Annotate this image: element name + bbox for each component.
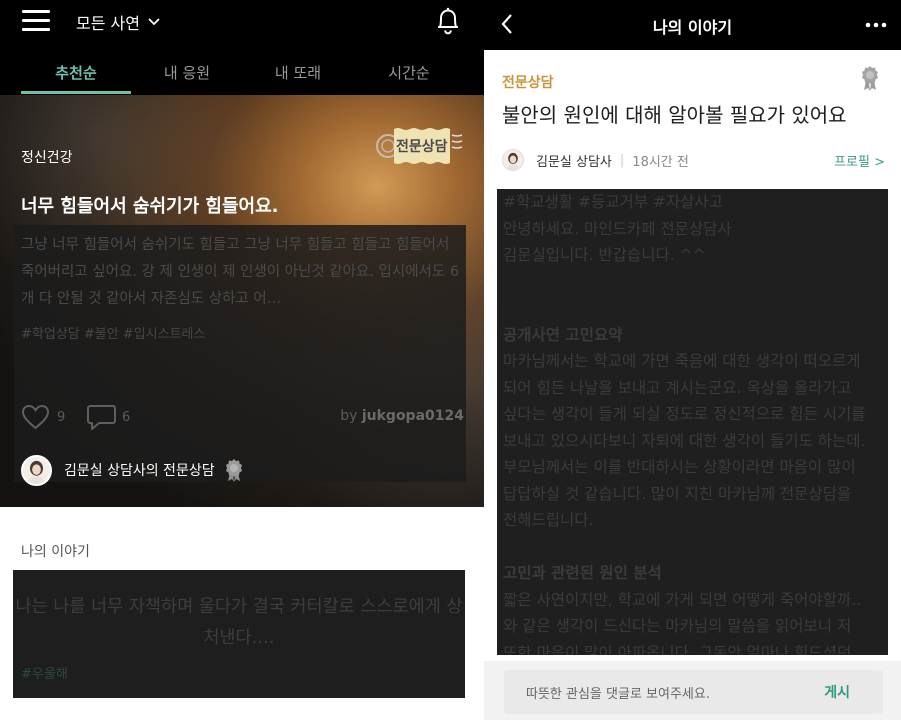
- post-content: #학교생활 #등교거부 #자살사고안녕하세요. 마인드카페 전문상담사김문실입니…: [497, 189, 888, 655]
- post-paragraph-line: 되어 힘든 나날을 보내고 계시는군요. 옥상을 올라가고: [503, 378, 852, 397]
- post-paragraph-line: #학교생활 #등교거부 #자살사고: [503, 193, 723, 211]
- post-paragraph-line: 싶다는 생각이 들게 되실 정도로 정신적으로 힘든 시기를: [503, 405, 866, 423]
- counselor-name: 김문실 상담사의 전문상담: [64, 463, 215, 479]
- post-paragraph-line: 답답하실 것 같습니다. 많이 지친 마카님께 전문상담을: [503, 484, 852, 503]
- medal-icon: [862, 66, 878, 91]
- tab-chronological[interactable]: 시간순: [354, 62, 464, 83]
- post-category: 전문상담: [502, 75, 554, 91]
- post-paragraph-line: [503, 269, 888, 296]
- post-timestamp: 18시간 전: [632, 154, 689, 170]
- expert-badge-label: 전문상담: [396, 139, 448, 155]
- top-bar: 모든 사연: [0, 0, 484, 44]
- post-author-row: 김문실 상담사 | 18시간 전: [502, 148, 689, 172]
- post-title: 불안의 원인에 대해 알아볼 필요가 있어요: [502, 103, 847, 127]
- post-section-heading: 고민과 관련된 원인 분석: [503, 564, 662, 582]
- post-paragraph-line: 와 같은 생각이 드신다는 마카님의 말씀을 읽어보니 저: [503, 617, 852, 635]
- filter-label: 모든 사연: [76, 14, 140, 33]
- story-filter-dropdown[interactable]: 모든 사연: [76, 10, 160, 34]
- featured-story-card[interactable]: 정신건강 전문상담 너무 힘들어서 숨쉬기가 힘들어요. 그냥 너무 힘들어서 …: [0, 95, 484, 507]
- tab-my-cheers[interactable]: 내 응원: [132, 62, 242, 83]
- my-story-card[interactable]: 나는 나를 너무 자책하며 울다가 결국 커터칼로 스스로에게 상처낸다.… #…: [13, 570, 465, 698]
- counselor-avatar: [21, 454, 52, 486]
- post-paragraph-line: [503, 295, 888, 322]
- counselor-portrait-icon: [503, 150, 523, 170]
- card-category: 정신건강: [21, 150, 73, 166]
- like-count: 9: [57, 410, 66, 425]
- comment-bar: 따뜻한 관심을 댓글로 보여주세요. 게시: [484, 661, 901, 720]
- post-paragraph-line: 짧은 사연이지만, 학교에 가게 되면 어떻게 죽어야할까..: [503, 590, 862, 609]
- header-title: 나의 이야기: [652, 18, 733, 37]
- post-comment-button[interactable]: 게시: [824, 682, 850, 702]
- story-tag: #우울해: [21, 667, 68, 682]
- tab-recommended[interactable]: 추천순: [21, 62, 131, 83]
- more-options-icon[interactable]: [865, 22, 887, 28]
- post-paragraph-line: [503, 534, 888, 561]
- bell-icon[interactable]: [434, 6, 462, 36]
- post-paragraph-line: 부모님께서는 이를 반대하시는 상황이라면 마음이 많이: [503, 458, 856, 476]
- counselor-portrait-icon: [23, 456, 50, 484]
- author-username: jukgopa0124: [361, 408, 464, 424]
- post-body: #학교생활 #등교거부 #자살사고안녕하세요. 마인드카페 전문상담사김문실입니…: [503, 189, 888, 655]
- card-title: 너무 힘들어서 숨쉬기가 힘들어요.: [21, 196, 279, 217]
- card-author: by jukgopa0124: [340, 408, 464, 424]
- separator: |: [619, 152, 625, 168]
- medal-icon: [225, 459, 242, 482]
- chevron-down-icon: [148, 18, 160, 26]
- my-story-section: 나의 이야기 나는 나를 너무 자책하며 울다가 결국 커터칼로 스스로에게 상…: [0, 507, 484, 720]
- post-paragraph-line: 김문실입니다. 반갑습니다. ^^: [503, 246, 706, 264]
- comment-placeholder: 따뜻한 관심을 댓글로 보여주세요.: [526, 687, 710, 702]
- comment-input[interactable]: 따뜻한 관심을 댓글로 보여주세요. 게시: [504, 670, 883, 714]
- card-body-text: 그냥 너무 힘들어서 숨쉬기도 힘들고 그냥 너무 힘들고 힘들고 힘들어서 죽…: [21, 237, 460, 307]
- post-paragraph-line: 또한 마음이 많이 아파옵니다. 그동안 얼마나 힘드셨던: [503, 643, 852, 656]
- post-paragraph-line: 안녕하세요. 마인드카페 전문상담사: [503, 219, 732, 238]
- counselor-row[interactable]: 김문실 상담사의 전문상담: [21, 454, 245, 486]
- detail-header: 나의 이야기: [484, 0, 901, 50]
- tab-my-peers[interactable]: 내 또래: [243, 62, 353, 83]
- post-author-name: 김문실 상담사: [536, 154, 612, 170]
- sort-tabs: 추천순 내 응원 내 또래 시간순: [0, 44, 484, 95]
- post-paragraph-line: 보내고 있으시다보니 자퇴에 대한 생각이 들기도 하는데.: [503, 431, 866, 450]
- author-prefix: by: [340, 408, 362, 424]
- hamburger-menu-icon[interactable]: [22, 9, 50, 33]
- section-title: 나의 이야기: [21, 544, 90, 560]
- active-tab-indicator: [21, 91, 131, 94]
- story-detail-screen: 나의 이야기 전문상담 불안의 원인에 대해 알아볼 필요가 있어요 김문실 상…: [484, 0, 901, 720]
- comment-count: 6: [122, 410, 131, 425]
- card-tags: #학업상담 #불안 #입시스트레스: [21, 327, 206, 342]
- post-section-heading: 공개사연 고민요약: [503, 325, 623, 344]
- feed-screen: 모든 사연 추천순 내 응원 내 또래 시간순 정신건강 전문상담 너무 힘들어…: [0, 0, 484, 720]
- story-text: 나는 나를 너무 자책하며 울다가 결국 커터칼로 스스로에게 상처낸다.…: [15, 597, 463, 648]
- heart-icon[interactable]: [21, 404, 50, 430]
- counselor-avatar[interactable]: [502, 149, 524, 171]
- post-paragraph-line: 마카님께서는 학교에 가면 죽음에 대한 생각이 떠오르게: [503, 352, 861, 370]
- post-paragraph-line: 전해드립니다.: [503, 511, 594, 529]
- profile-link[interactable]: 프로필 >: [834, 151, 885, 170]
- comment-bubble-icon[interactable]: [86, 404, 117, 431]
